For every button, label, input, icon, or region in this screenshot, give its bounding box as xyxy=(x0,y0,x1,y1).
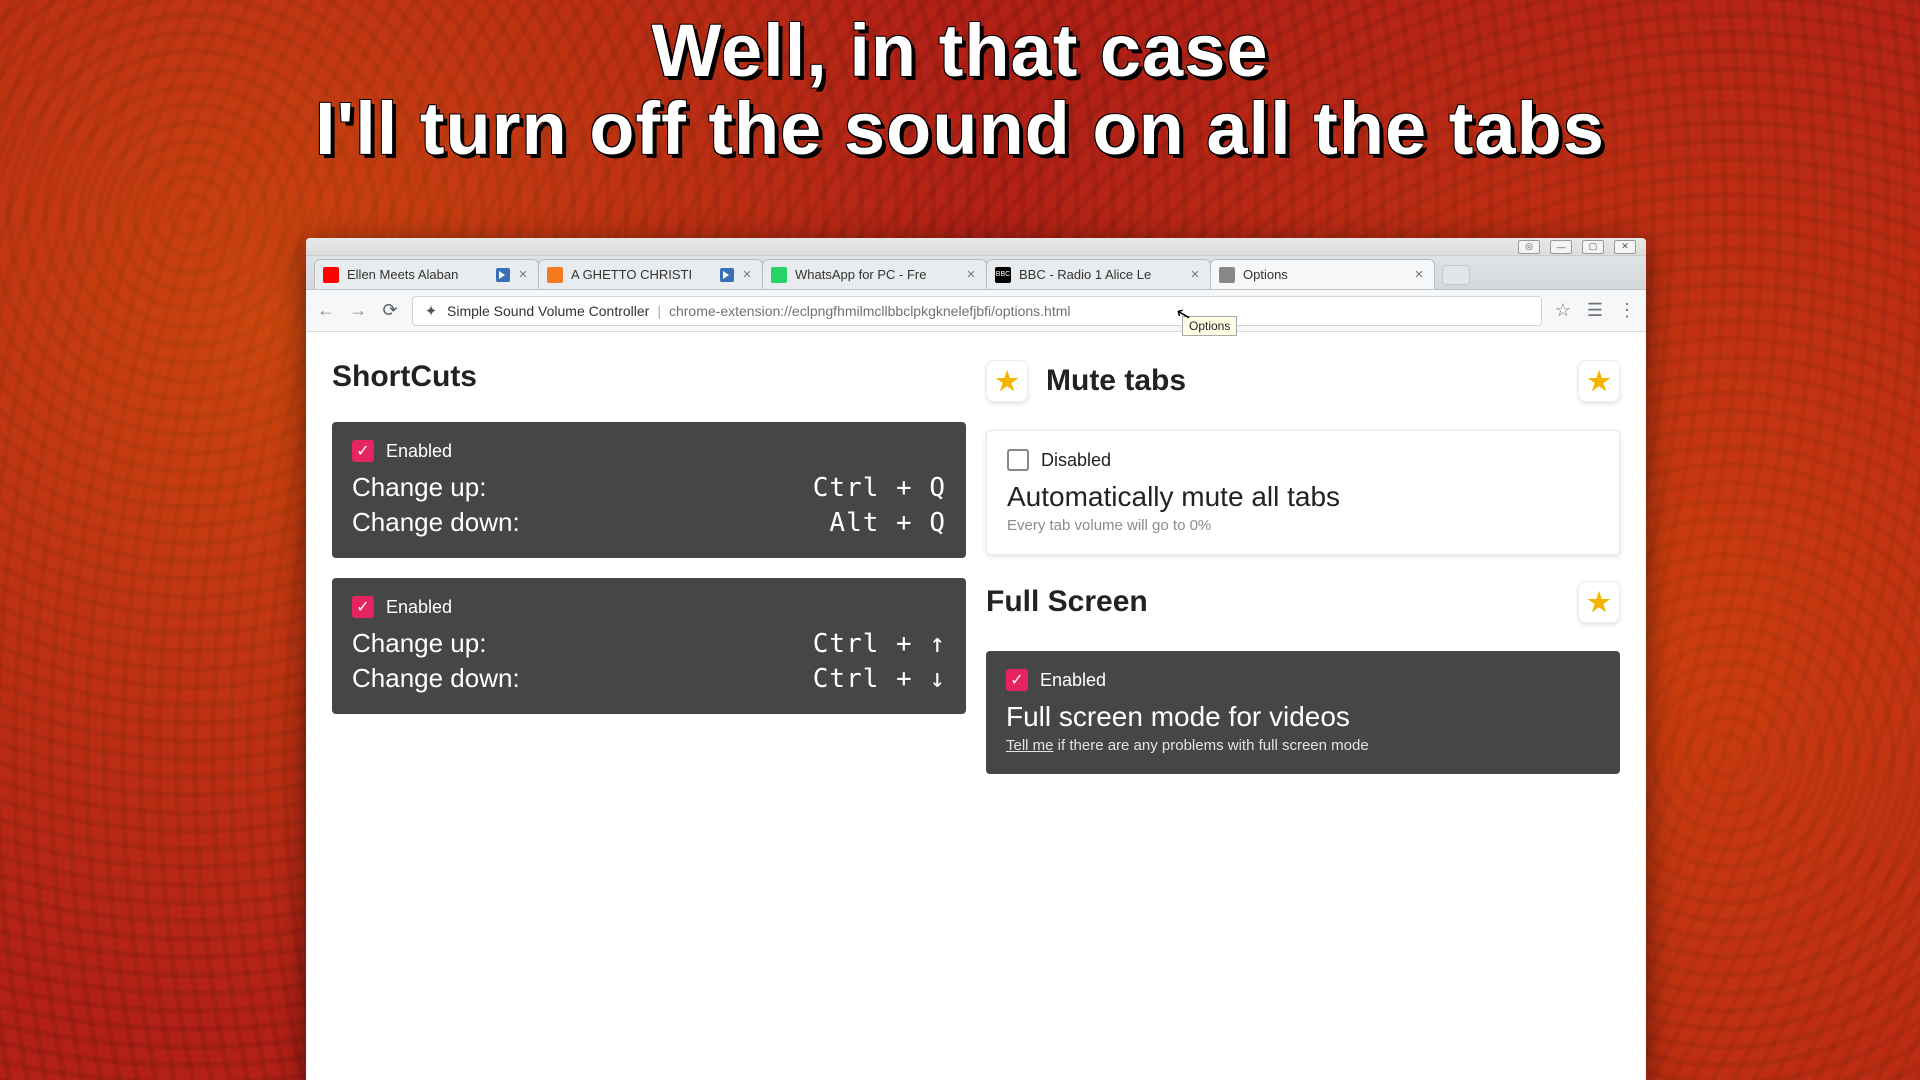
audio-icon[interactable] xyxy=(496,268,510,282)
fullscreen-card: ✓ Enabled Full screen mode for videos Te… xyxy=(986,651,1620,774)
close-window-button[interactable]: ✕ xyxy=(1614,240,1636,254)
page-url: chrome-extension://eclpngfhmilmcllbbclpk… xyxy=(669,303,1071,319)
star-icon[interactable]: ★ xyxy=(1578,581,1620,623)
fullscreen-heading: Full Screen ★ xyxy=(986,581,1620,623)
mute-title: Automatically mute all tabs xyxy=(1007,481,1599,513)
headline-line1: Well, in that case xyxy=(0,12,1920,90)
mutetabs-heading: ★ Mute tabs ★ xyxy=(986,360,1620,402)
enabled-label: Enabled xyxy=(1040,670,1106,691)
enabled-label: Enabled xyxy=(386,441,452,462)
reload-button[interactable]: ⟳ xyxy=(380,301,400,321)
enabled-checkbox[interactable]: ✓ xyxy=(352,440,374,462)
row-label: Change up: xyxy=(352,472,486,503)
tab-title: Options xyxy=(1243,267,1412,282)
tab-title: WhatsApp for PC - Fre xyxy=(795,267,964,282)
bbc-icon: BBC xyxy=(995,267,1011,283)
enabled-label: Enabled xyxy=(386,597,452,618)
row-label: Change up: xyxy=(352,628,486,659)
row-value: Ctrl + Q xyxy=(813,473,946,503)
new-tab-button[interactable] xyxy=(1442,265,1470,285)
tab-youtube[interactable]: Ellen Meets Alaban × xyxy=(314,259,539,289)
fullscreen-title: Full screen mode for videos xyxy=(1006,701,1600,733)
mute-sub: Every tab volume will go to 0% xyxy=(1007,517,1599,534)
youtube-icon xyxy=(323,267,339,283)
enabled-checkbox[interactable]: ✓ xyxy=(1006,669,1028,691)
tellme-link[interactable]: Tell me xyxy=(1006,737,1054,754)
row-value: Alt + Q xyxy=(829,508,946,538)
mute-card: Disabled Automatically mute all tabs Eve… xyxy=(986,430,1620,555)
row-label: Change down: xyxy=(352,663,520,694)
kebab-menu-icon[interactable]: ⋮ xyxy=(1618,302,1636,320)
close-tab-icon[interactable]: × xyxy=(1188,268,1202,282)
audio-icon[interactable] xyxy=(720,268,734,282)
tab-strip: Ellen Meets Alaban × A GHETTO CHRISTI × … xyxy=(306,256,1646,290)
shortcut-card-1: ✓ Enabled Change up: Ctrl + Q Change dow… xyxy=(332,422,966,558)
tab-whatsapp[interactable]: WhatsApp for PC - Fre × xyxy=(762,259,987,289)
puzzle-icon: ✦ xyxy=(423,303,439,319)
extensions-menu-icon[interactable]: ☰ xyxy=(1586,302,1604,320)
site-icon xyxy=(547,267,563,283)
tab-options[interactable]: Options × xyxy=(1210,259,1435,289)
row-value: Ctrl + ↓ xyxy=(813,664,946,694)
bookmark-star-icon[interactable]: ☆ xyxy=(1554,302,1572,320)
tab-title: BBC - Radio 1 Alice Le xyxy=(1019,267,1188,282)
maximize-button[interactable]: ▢ xyxy=(1582,240,1604,254)
close-tab-icon[interactable]: × xyxy=(1412,268,1426,282)
browser-window: ◎ — ▢ ✕ Ellen Meets Alaban × A GHETTO CH… xyxy=(306,238,1646,1080)
close-tab-icon[interactable]: × xyxy=(740,268,754,282)
shortcuts-heading: ShortCuts xyxy=(332,360,966,394)
whatsapp-icon xyxy=(771,267,787,283)
disabled-checkbox[interactable] xyxy=(1007,449,1029,471)
headline-line2: I'll turn off the sound on all the tabs xyxy=(0,90,1920,168)
forward-button[interactable]: → xyxy=(348,301,368,321)
disabled-label: Disabled xyxy=(1041,450,1111,471)
close-tab-icon[interactable]: × xyxy=(516,268,530,282)
fullscreen-sub: Tell me if there are any problems with f… xyxy=(1006,737,1600,754)
tab-ghetto[interactable]: A GHETTO CHRISTI × xyxy=(538,259,763,289)
close-tab-icon[interactable]: × xyxy=(964,268,978,282)
row-label: Change down: xyxy=(352,507,520,538)
tab-bbc[interactable]: BBC BBC - Radio 1 Alice Le × xyxy=(986,259,1211,289)
page-name: Simple Sound Volume Controller xyxy=(447,303,649,319)
back-button[interactable]: ← xyxy=(316,301,336,321)
tab-title: Ellen Meets Alaban xyxy=(347,267,490,282)
user-icon[interactable]: ◎ xyxy=(1518,240,1540,254)
row-value: Ctrl + ↑ xyxy=(813,629,946,659)
address-bar[interactable]: ✦ Simple Sound Volume Controller | chrom… xyxy=(412,296,1542,326)
star-icon[interactable]: ★ xyxy=(1578,360,1620,402)
star-icon[interactable]: ★ xyxy=(986,360,1028,402)
tab-title: A GHETTO CHRISTI xyxy=(571,267,714,282)
enabled-checkbox[interactable]: ✓ xyxy=(352,596,374,618)
toolbar: ← → ⟳ ✦ Simple Sound Volume Controller |… xyxy=(306,290,1646,332)
headline: Well, in that case I'll turn off the sou… xyxy=(0,0,1920,167)
extension-icon xyxy=(1219,267,1235,283)
shortcut-card-2: ✓ Enabled Change up: Ctrl + ↑ Change dow… xyxy=(332,578,966,714)
minimize-button[interactable]: — xyxy=(1550,240,1572,254)
window-titlebar: ◎ — ▢ ✕ xyxy=(306,238,1646,256)
options-page: ShortCuts ✓ Enabled Change up: Ctrl + Q … xyxy=(306,332,1646,802)
